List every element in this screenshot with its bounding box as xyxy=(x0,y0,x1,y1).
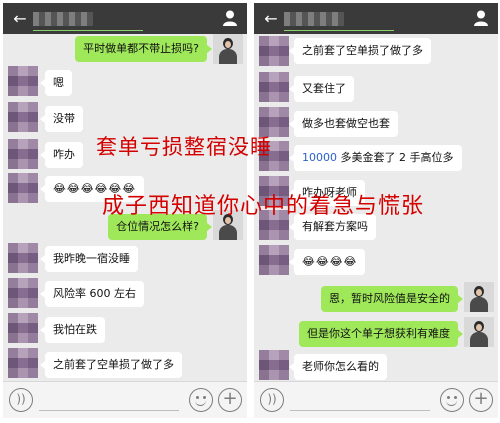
message-input[interactable] xyxy=(39,410,179,411)
incoming-emoji-message: 😂😂😂😂 xyxy=(288,249,366,275)
plus-icon[interactable]: + xyxy=(469,388,493,412)
incoming-message: 嗯 xyxy=(40,70,72,96)
incoming-emoji-message: 😂😂😂😂😂😂 xyxy=(39,176,145,202)
user-icon[interactable] xyxy=(221,9,239,27)
incoming-message: 风险率 600 左右 xyxy=(40,281,144,307)
incoming-message: 咋办呀老师 xyxy=(289,180,365,206)
user-avatar[interactable] xyxy=(259,36,289,66)
chat-header: ← xyxy=(254,3,498,34)
user-avatar[interactable] xyxy=(8,243,38,273)
left-chat-window: ← 平时做单都不带止损吗? 嗯 没带 咋办 😂😂😂😂😂😂 仓位情况怎么样? 我昨 xyxy=(3,3,247,418)
user-avatar[interactable] xyxy=(259,176,289,206)
outgoing-message: 仓位情况怎么样? xyxy=(108,214,212,240)
emoji-icon[interactable] xyxy=(189,388,213,412)
agent-avatar[interactable] xyxy=(464,317,494,347)
message-list[interactable]: 之前套了空单损了做了多 又套住了 做多也套做空也套 10000 多美金套了 2 … xyxy=(254,34,498,381)
agent-avatar[interactable] xyxy=(213,210,243,240)
user-avatar[interactable] xyxy=(8,313,38,343)
voice-icon[interactable]: )) xyxy=(9,388,33,412)
user-avatar[interactable] xyxy=(259,72,289,102)
user-avatar[interactable] xyxy=(8,102,38,132)
voice-icon[interactable]: )) xyxy=(260,388,284,412)
plus-icon[interactable]: + xyxy=(218,388,242,412)
user-avatar[interactable] xyxy=(8,66,38,96)
chat-title-blurred xyxy=(284,9,454,29)
user-avatar[interactable] xyxy=(259,350,289,380)
title-underline xyxy=(33,30,143,31)
agent-avatar[interactable] xyxy=(464,282,494,312)
incoming-message: 老师你怎么看的 xyxy=(289,354,387,380)
user-avatar[interactable] xyxy=(259,141,289,171)
incoming-message: 10000 多美金套了 2 手高位多 xyxy=(289,145,462,171)
chat-input-bar: )) + xyxy=(254,381,498,418)
user-avatar[interactable] xyxy=(8,348,38,378)
emoji-icon[interactable] xyxy=(440,388,464,412)
chat-title-blurred xyxy=(33,9,203,29)
agent-avatar[interactable] xyxy=(213,34,243,64)
right-chat-window: ← 之前套了空单损了做了多 又套住了 做多也套做空也套 10000 多美金套了 … xyxy=(254,3,498,418)
user-avatar[interactable] xyxy=(8,139,38,169)
back-arrow-icon[interactable]: ← xyxy=(11,10,29,28)
back-arrow-icon[interactable]: ← xyxy=(262,10,280,28)
outgoing-message: 平时做单都不带止损吗? xyxy=(75,36,212,62)
screenshot-collage: ← 平时做单都不带止损吗? 嗯 没带 咋办 😂😂😂😂😂😂 仓位情况怎么样? 我昨 xyxy=(0,0,500,423)
amount-text: 10000 xyxy=(302,151,337,164)
incoming-message: 又套住了 xyxy=(289,76,354,102)
user-avatar[interactable] xyxy=(8,278,38,308)
title-underline xyxy=(284,30,394,31)
incoming-message: 之前套了空单损了做了多 xyxy=(289,38,431,64)
outgoing-message: 恩，暂时风险值是安全的 xyxy=(321,286,463,312)
incoming-message: 我昨晚一宿没睡 xyxy=(40,246,138,272)
outgoing-message: 但是你这个单子想获利有难度 xyxy=(299,321,463,347)
message-list[interactable]: 平时做单都不带止损吗? 嗯 没带 咋办 😂😂😂😂😂😂 仓位情况怎么样? 我昨晚一… xyxy=(3,34,247,381)
incoming-message: 我怕在跌 xyxy=(40,317,105,343)
message-text: 多美金套了 2 手高位多 xyxy=(337,151,454,164)
incoming-message: 有解套方案吗 xyxy=(289,214,376,240)
user-avatar[interactable] xyxy=(8,173,38,203)
incoming-message: 之前套了空单损了做了多 xyxy=(40,352,182,378)
user-avatar[interactable] xyxy=(259,210,289,240)
incoming-message: 没带 xyxy=(40,106,83,132)
chat-header: ← xyxy=(3,3,247,34)
user-icon[interactable] xyxy=(472,9,490,27)
incoming-message: 做多也套做空也套 xyxy=(289,111,398,137)
message-input[interactable] xyxy=(290,410,430,411)
user-avatar[interactable] xyxy=(259,107,289,137)
chat-input-bar: )) + xyxy=(3,381,247,418)
user-avatar[interactable] xyxy=(259,245,289,275)
incoming-message: 咋办 xyxy=(40,142,83,168)
